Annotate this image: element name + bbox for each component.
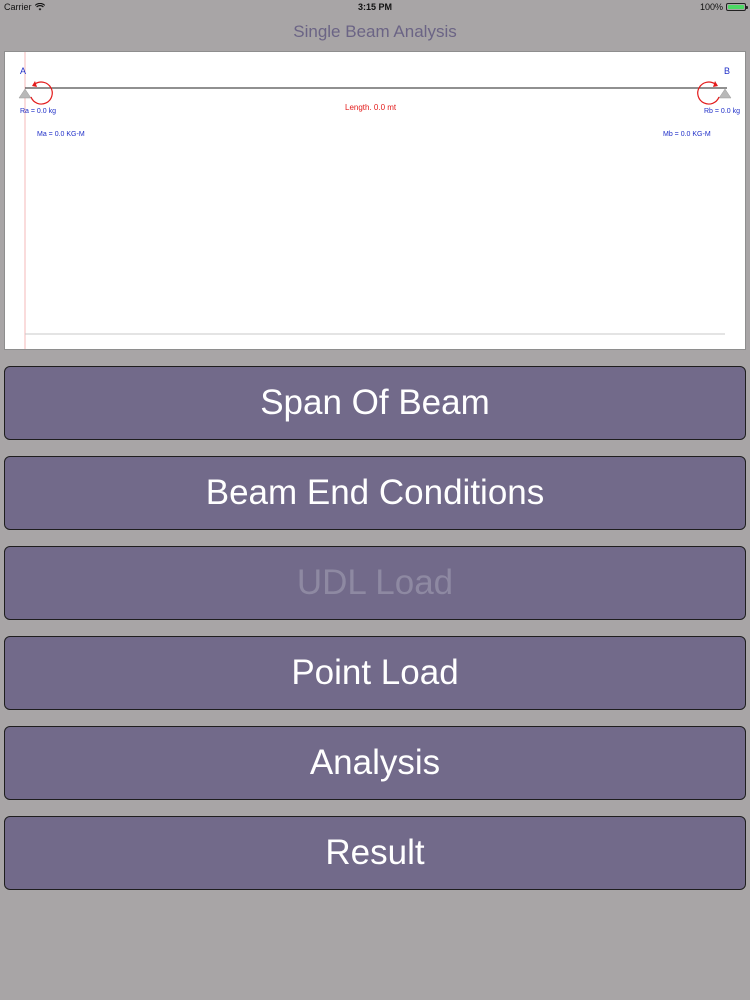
point-b-label: B bbox=[724, 66, 731, 76]
beam-diagram: A B Ra = 0.0 kg Rb = 0.0 kg Length. 0.0 … bbox=[4, 51, 746, 350]
span-of-beam-button[interactable]: Span Of Beam bbox=[4, 366, 746, 440]
length-label: Length. 0.0 mt bbox=[345, 103, 397, 112]
page-title: Single Beam Analysis bbox=[293, 22, 457, 41]
result-button[interactable]: Result bbox=[4, 816, 746, 890]
udl-load-button[interactable]: UDL Load bbox=[4, 546, 746, 620]
status-time: 3:15 PM bbox=[357, 2, 392, 12]
status-right: 100% bbox=[699, 2, 748, 12]
beam-end-conditions-button[interactable]: Beam End Conditions bbox=[4, 456, 746, 530]
support-b-icon bbox=[718, 88, 732, 99]
moment-b-label: Mb = 0.0 KG-M bbox=[663, 131, 711, 138]
status-bar: Carrier 3:15 PM 100% bbox=[0, 0, 750, 14]
analysis-button[interactable]: Analysis bbox=[4, 726, 746, 800]
reaction-b-label: Rb = 0.0 kg bbox=[704, 108, 740, 115]
moment-arc-b-icon bbox=[697, 81, 720, 105]
battery-percent: 100% bbox=[699, 2, 723, 12]
reaction-a-label: Ra = 0.0 kg bbox=[20, 108, 56, 115]
moment-arc-a-icon bbox=[30, 81, 53, 105]
support-a-icon bbox=[18, 88, 32, 99]
moment-a-label: Ma = 0.0 KG-M bbox=[37, 131, 85, 138]
beam-diagram-graphic bbox=[18, 52, 732, 349]
battery-icon bbox=[726, 3, 748, 11]
point-a-label: A bbox=[20, 66, 27, 76]
battery-level-fill bbox=[728, 5, 744, 9]
point-load-button[interactable]: Point Load bbox=[4, 636, 746, 710]
